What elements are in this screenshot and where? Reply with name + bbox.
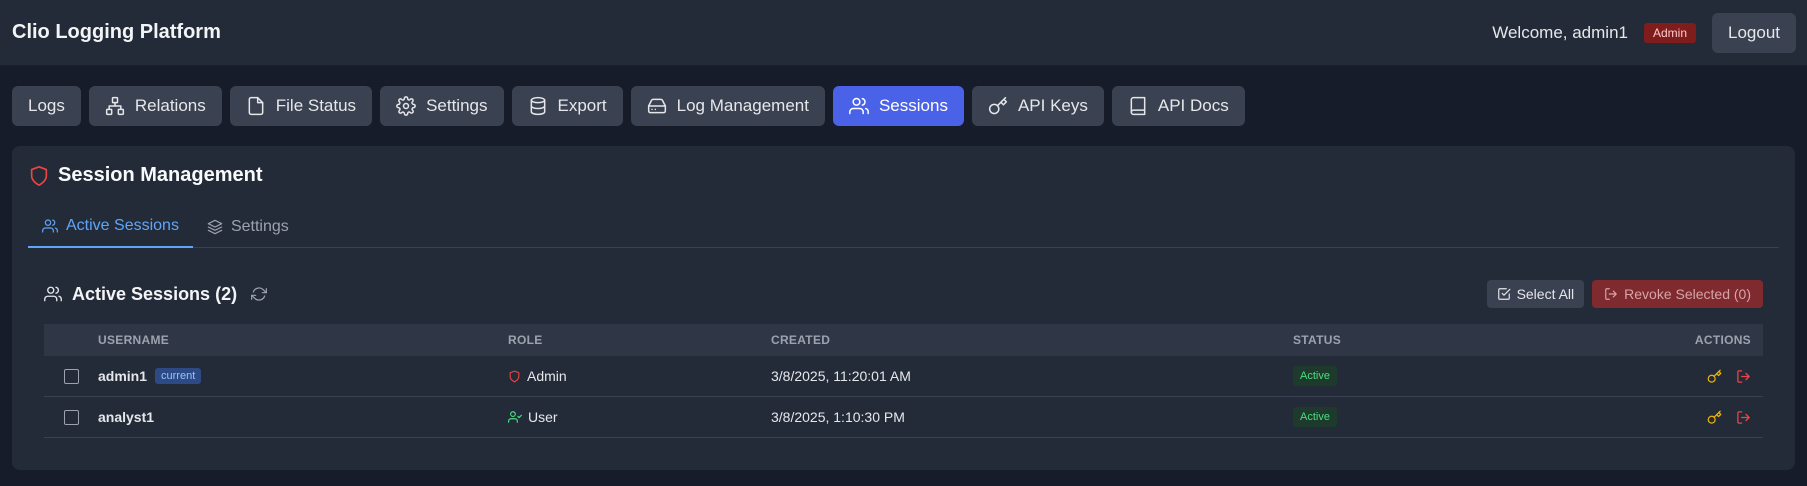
hard-drive-icon [647, 98, 666, 114]
shield-icon [30, 165, 48, 186]
username-cell: admin1 current [98, 368, 508, 384]
logout-button[interactable]: Logout [1712, 12, 1796, 53]
col-username: USERNAME [98, 333, 170, 347]
role: Admin [527, 368, 567, 384]
role: User [528, 409, 558, 425]
nav-label: API Keys [1017, 96, 1088, 115]
layers-icon [207, 219, 223, 235]
database-icon [530, 96, 545, 116]
gear-icon [396, 96, 416, 116]
session-management-panel: Session Management Active Sessions Setti… [12, 146, 1795, 470]
col-status: STATUS [1293, 333, 1342, 347]
revoke-label: Revoke Selected (0) [1624, 286, 1751, 302]
main-nav: Logs Relations File Status Settings Expo… [0, 66, 1807, 146]
col-actions: ACTIONS [1694, 333, 1751, 347]
nav-logs[interactable]: Logs [12, 86, 81, 126]
table-row: analyst1 User 3/8/2025, 1:10:30 PM Activ… [44, 397, 1763, 438]
users-icon [44, 286, 62, 302]
nav-label: API Docs [1157, 96, 1229, 115]
row-check-cell [44, 368, 98, 384]
panel-header: Session Management [28, 164, 263, 187]
nav-api-docs[interactable]: API Docs [1111, 86, 1245, 126]
nav-label: Settings [426, 96, 488, 115]
users-icon [42, 219, 58, 233]
created: 3/8/2025, 11:20:01 AM [771, 368, 911, 384]
sessions-title: Active Sessions (2) [72, 283, 238, 304]
welcome-text: Welcome, admin1 [1492, 22, 1628, 42]
status-badge: Active [1293, 366, 1337, 386]
actions-cell [1633, 410, 1763, 425]
nav-file-status[interactable]: File Status [229, 86, 373, 126]
file-icon [248, 96, 264, 116]
nav-label: Log Management [676, 96, 809, 115]
bulk-actions: Select All Revoke Selected (0) [1486, 280, 1763, 308]
status-cell: Active [1293, 366, 1633, 386]
row-checkbox[interactable] [63, 368, 79, 384]
user-check-icon [508, 411, 522, 423]
username-cell: analyst1 [98, 409, 508, 425]
nav-settings[interactable]: Settings [380, 86, 504, 126]
sessions-table: USERNAME ROLE CREATED STATUS ACTIONS adm… [44, 324, 1763, 438]
nav-log-management[interactable]: Log Management [630, 86, 825, 126]
username: analyst1 [98, 409, 155, 425]
book-icon [1130, 96, 1146, 116]
key-icon [988, 96, 1008, 115]
select-all-label: Select All [1516, 286, 1575, 302]
top-bar: Clio Logging Platform Welcome, admin1 Ad… [0, 0, 1807, 66]
nav-label: Export [557, 96, 607, 115]
logout-icon[interactable] [1736, 369, 1751, 384]
table-row: admin1 current Admin 3/8/2025, 11:20:01 … [44, 356, 1763, 397]
tab-label: Settings [230, 218, 289, 235]
nav-sessions[interactable]: Sessions [832, 86, 964, 126]
table-header: USERNAME ROLE CREATED STATUS ACTIONS [44, 324, 1763, 356]
created: 3/8/2025, 1:10:30 PM [771, 409, 905, 425]
status-badge: Active [1293, 407, 1337, 427]
refresh-icon[interactable] [251, 286, 268, 302]
shield-icon [509, 370, 520, 382]
nav-export[interactable]: Export [511, 86, 623, 126]
row-check-cell [44, 409, 98, 425]
app-title: Clio Logging Platform [12, 21, 221, 43]
sessions-title-wrap: Active Sessions (2) [44, 283, 268, 305]
check-square-icon [1497, 288, 1510, 300]
panel-title: Session Management [58, 164, 263, 186]
actions-cell [1633, 369, 1763, 384]
tab-label: Active Sessions [66, 217, 179, 234]
username: admin1 [98, 368, 148, 384]
nav-relations[interactable]: Relations [88, 86, 222, 126]
status-cell: Active [1293, 407, 1633, 427]
col-role: ROLE [508, 333, 543, 347]
nav-label: Logs [28, 96, 65, 115]
role-cell: Admin [508, 368, 771, 384]
tab-settings[interactable]: Settings [193, 206, 303, 248]
nav-api-keys[interactable]: API Keys [971, 86, 1104, 126]
logout-icon [1605, 288, 1617, 300]
users-icon [849, 97, 869, 115]
key-icon[interactable] [1707, 369, 1722, 384]
col-created: CREATED [771, 333, 831, 347]
nav-label: Relations [134, 96, 206, 115]
nav-label: File Status [275, 96, 357, 115]
user-area: Welcome, admin1 Admin Logout [1492, 12, 1796, 53]
network-icon [105, 96, 124, 116]
session-tabs: Active Sessions Settings [28, 206, 1779, 248]
tab-active-sessions[interactable]: Active Sessions [28, 206, 193, 248]
logout-icon[interactable] [1736, 410, 1751, 425]
role-cell: User [508, 409, 771, 425]
current-badge: current [155, 368, 202, 384]
sessions-header: Active Sessions (2) Select All Revoke Se… [44, 279, 1763, 309]
row-checkbox[interactable] [63, 409, 79, 425]
nav-label: Sessions [878, 96, 948, 115]
select-all-button[interactable]: Select All [1486, 280, 1585, 308]
revoke-selected-button[interactable]: Revoke Selected (0) [1592, 280, 1763, 308]
key-icon[interactable] [1707, 410, 1722, 425]
role-badge: Admin [1643, 22, 1696, 43]
